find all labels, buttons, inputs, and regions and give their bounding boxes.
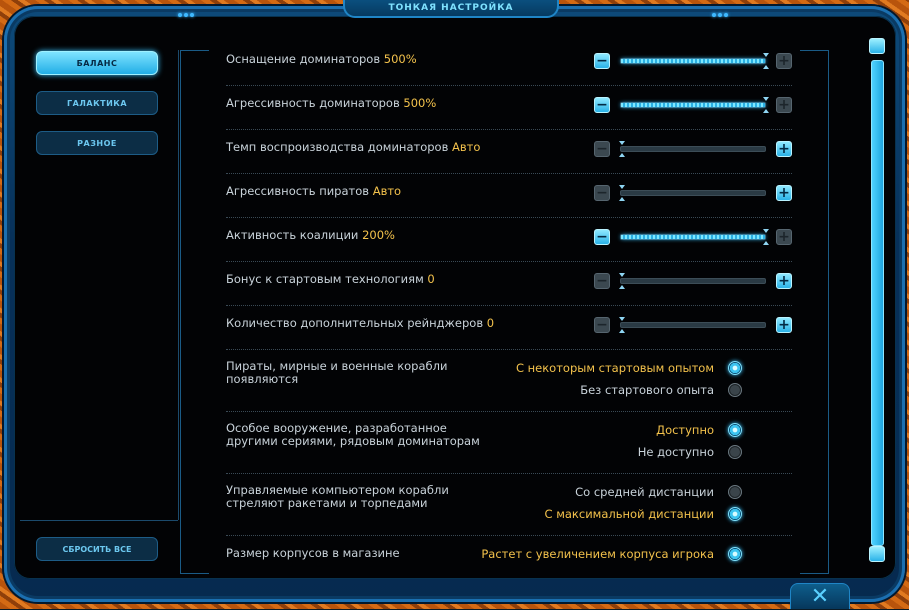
minus-icon[interactable]: − — [594, 185, 610, 201]
slider-row: Агрессивность доминаторов 500% − + — [226, 94, 792, 130]
slider-value: 500% — [403, 96, 437, 110]
slider-value: 0 — [486, 316, 495, 330]
slider-label: Активность коалиции 200% — [226, 229, 395, 242]
plus-icon[interactable]: + — [776, 141, 792, 157]
radio-option-label[interactable]: Со средней дистанции — [575, 486, 714, 499]
slider-label: Темп воспроизводства доминаторов Авто — [226, 141, 480, 154]
slider-row: Активность коалиции 200% − + — [226, 226, 792, 262]
sidebar-item-0[interactable]: Баланс — [36, 51, 158, 75]
slider-row: Агрессивность пиратов Авто − + — [226, 182, 792, 218]
slider-value: Авто — [372, 184, 402, 198]
slider-value: 200% — [362, 228, 395, 242]
slider-thumb[interactable] — [619, 141, 625, 157]
minus-icon[interactable]: − — [594, 53, 610, 69]
slider-row: Количество дополнительных рейнджеров 0 − + — [226, 314, 792, 350]
slider-track[interactable] — [619, 141, 766, 157]
scroll-thumb[interactable] — [871, 60, 884, 546]
slider-label-text: Количество дополнительных рейнджеров — [226, 316, 484, 330]
radio-button[interactable] — [728, 423, 742, 437]
minus-icon[interactable]: − — [594, 229, 610, 245]
radio-group-label: Управляемые компьютером корабли стреляют… — [226, 483, 449, 510]
slider-track[interactable] — [619, 273, 766, 289]
slider-label-text: Бонус к стартовым технологиям — [226, 272, 424, 286]
content-frame-left — [180, 50, 209, 574]
slider-thumb[interactable] — [763, 97, 769, 113]
minus-icon[interactable]: − — [594, 141, 610, 157]
plus-icon[interactable]: + — [776, 185, 792, 201]
radio-group-label: Пираты, мирные и военные корабли появляю… — [226, 359, 448, 386]
slider-fill — [621, 235, 765, 239]
scroll-up-icon[interactable] — [869, 38, 885, 54]
slider-track[interactable] — [620, 97, 769, 113]
content-frame-right — [800, 50, 829, 574]
sidebar-border — [178, 50, 179, 520]
radio-group: Пираты, мирные и военные корабли появляю… — [226, 352, 792, 412]
slider-label: Агрессивность доминаторов 500% — [226, 97, 436, 110]
slider-label: Агрессивность пиратов Авто — [226, 185, 401, 198]
slider-row: Оснащение доминаторов 500% − + — [226, 50, 792, 86]
slider-track[interactable] — [619, 185, 766, 201]
scroll-down-icon[interactable] — [869, 546, 885, 562]
slider-label: Оснащение доминаторов 500% — [226, 53, 417, 66]
minus-icon[interactable]: − — [594, 97, 610, 113]
radio-group-label: Размер корпусов в магазине — [226, 546, 400, 560]
slider-thumb[interactable] — [763, 53, 769, 69]
radio-option-label[interactable]: С некоторым стартовым опытом — [516, 362, 714, 375]
radio-option-label[interactable]: С максимальной дистанции — [545, 508, 714, 521]
slider-thumb[interactable] — [763, 229, 769, 245]
slider-track[interactable] — [619, 317, 766, 333]
slider-row: Бонус к стартовым технологиям 0 − + — [226, 270, 792, 306]
frame-lights-left — [178, 2, 200, 17]
radio-button[interactable] — [728, 361, 742, 375]
radio-option-label[interactable]: Не доступно — [638, 446, 714, 459]
slider-value: 500% — [383, 52, 417, 66]
close-icon[interactable]: ✕ — [790, 583, 850, 609]
radio-button[interactable] — [728, 485, 742, 499]
plus-icon[interactable]: + — [776, 97, 792, 113]
frame-lights-right — [712, 2, 734, 17]
slider-track[interactable] — [620, 53, 769, 69]
reset-all-button[interactable]: Сбросить все — [36, 537, 158, 561]
sidebar-item-1[interactable]: Галактика — [36, 91, 158, 115]
sidebar-divider — [20, 520, 178, 521]
radio-button[interactable] — [728, 383, 742, 397]
window-title: Тонкая настройка — [343, 0, 559, 18]
plus-icon[interactable]: + — [776, 53, 792, 69]
slider-label-text: Активность коалиции — [226, 228, 359, 242]
radio-button[interactable] — [728, 445, 742, 459]
slider-thumb[interactable] — [619, 317, 625, 333]
slider-thumb[interactable] — [619, 185, 625, 201]
radio-button[interactable] — [728, 507, 742, 521]
slider-label-text: Агрессивность доминаторов — [226, 96, 400, 110]
minus-icon[interactable]: − — [594, 273, 610, 289]
radio-button[interactable] — [728, 547, 742, 561]
radio-option-label[interactable]: Доступно — [656, 424, 714, 437]
slider-thumb[interactable] — [619, 273, 625, 289]
slider-label: Бонус к стартовым технологиям 0 — [226, 273, 435, 286]
slider-track[interactable] — [620, 229, 769, 245]
slider-label-text: Оснащение доминаторов — [226, 52, 381, 66]
plus-icon[interactable]: + — [776, 229, 792, 245]
slider-fill — [621, 59, 765, 63]
radio-option-label[interactable]: Растет с увеличением корпуса игрока — [481, 548, 714, 561]
plus-icon[interactable]: + — [776, 317, 792, 333]
radio-group: Размер корпусов в магазине Растет с увели… — [226, 538, 792, 574]
slider-row: Темп воспроизводства доминаторов Авто − + — [226, 138, 792, 174]
minus-icon[interactable]: − — [594, 317, 610, 333]
radio-group: Управляемые компьютером корабли стреляют… — [226, 476, 792, 536]
slider-value: Авто — [452, 140, 481, 154]
sidebar-item-2[interactable]: Разное — [36, 131, 158, 155]
radio-group: Особое вооружение, разработанное другими… — [226, 414, 792, 474]
radio-option-label[interactable]: Без стартового опыта — [580, 384, 714, 397]
slider-value: 0 — [427, 272, 435, 286]
radio-group-label: Особое вооружение, разработанное другими… — [226, 421, 480, 448]
slider-label-text: Агрессивность пиратов — [226, 184, 370, 198]
slider-label-text: Темп воспроизводства доминаторов — [226, 140, 449, 154]
scrollbar[interactable] — [868, 36, 888, 571]
slider-label: Количество дополнительных рейнджеров 0 — [226, 317, 494, 330]
slider-fill — [621, 103, 765, 107]
plus-icon[interactable]: + — [776, 273, 792, 289]
